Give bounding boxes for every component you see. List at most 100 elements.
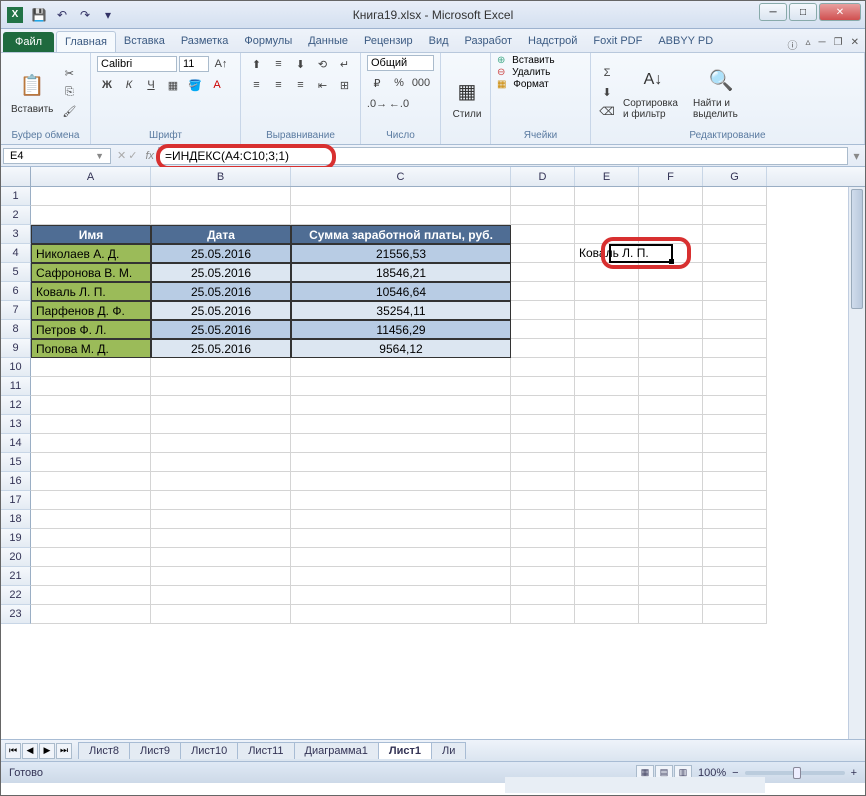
doc-close-icon[interactable]: ✕: [851, 37, 859, 52]
cell[interactable]: [575, 225, 639, 244]
row-header[interactable]: 4: [1, 244, 31, 263]
cell[interactable]: [511, 187, 575, 206]
cell[interactable]: [639, 358, 703, 377]
ribbon-tab-вид[interactable]: Вид: [421, 31, 457, 52]
cell[interactable]: [511, 529, 575, 548]
row-header[interactable]: 13: [1, 415, 31, 434]
cell[interactable]: [151, 491, 291, 510]
cell[interactable]: [703, 548, 767, 567]
formula-input[interactable]: =ИНДЕКС(A4:C10;3;1): [158, 147, 848, 165]
cell[interactable]: [703, 586, 767, 605]
vertical-scrollbar[interactable]: [848, 187, 865, 739]
cell[interactable]: [151, 586, 291, 605]
cell[interactable]: [703, 263, 767, 282]
align-center-button[interactable]: ≡: [269, 76, 289, 94]
cell[interactable]: [31, 377, 151, 396]
cell[interactable]: [703, 206, 767, 225]
insert-cells-button[interactable]: ⊕ Вставить: [497, 55, 584, 66]
increase-font-button[interactable]: A↑: [211, 55, 231, 73]
zoom-slider[interactable]: [745, 771, 845, 775]
spreadsheet-grid[interactable]: ABCDEFG 123ИмяДатаСумма заработной платы…: [1, 167, 865, 739]
row-header[interactable]: 14: [1, 434, 31, 453]
font-color-button[interactable]: A: [207, 76, 227, 94]
row-header[interactable]: 19: [1, 529, 31, 548]
cell[interactable]: [291, 548, 511, 567]
table-cell[interactable]: 25.05.2016: [151, 320, 291, 339]
bold-button[interactable]: Ж: [97, 76, 117, 94]
cell[interactable]: [291, 434, 511, 453]
column-header-G[interactable]: G: [703, 167, 767, 186]
cell[interactable]: [31, 187, 151, 206]
align-middle-button[interactable]: ≡: [269, 55, 289, 73]
cell[interactable]: [639, 320, 703, 339]
table-cell[interactable]: 21556,53: [291, 244, 511, 263]
cell[interactable]: [511, 548, 575, 567]
cell[interactable]: [639, 377, 703, 396]
row-header[interactable]: 23: [1, 605, 31, 624]
cut-button[interactable]: ✂: [59, 64, 79, 82]
last-sheet-button[interactable]: ⏭: [56, 743, 72, 759]
doc-minimize-icon[interactable]: ─: [819, 37, 826, 52]
cell[interactable]: [31, 206, 151, 225]
cell[interactable]: [31, 472, 151, 491]
cell[interactable]: [639, 263, 703, 282]
cell[interactable]: [703, 434, 767, 453]
cell[interactable]: [639, 491, 703, 510]
cell[interactable]: [639, 434, 703, 453]
row-header[interactable]: 20: [1, 548, 31, 567]
row-header[interactable]: 17: [1, 491, 31, 510]
cell[interactable]: [291, 529, 511, 548]
cell[interactable]: [291, 453, 511, 472]
cell[interactable]: [639, 586, 703, 605]
cell[interactable]: [703, 244, 767, 263]
cell[interactable]: [703, 415, 767, 434]
table-header[interactable]: Имя: [31, 225, 151, 244]
cell[interactable]: [511, 225, 575, 244]
cell[interactable]: [639, 453, 703, 472]
cell[interactable]: [511, 491, 575, 510]
ribbon-tab-данные[interactable]: Данные: [300, 31, 356, 52]
cell[interactable]: [703, 529, 767, 548]
cell[interactable]: [703, 282, 767, 301]
number-format-select[interactable]: Общий: [367, 55, 434, 71]
cancel-formula-icon[interactable]: ✕: [117, 149, 126, 162]
cell[interactable]: [151, 415, 291, 434]
cell[interactable]: [291, 358, 511, 377]
cell[interactable]: [291, 586, 511, 605]
cell[interactable]: [575, 415, 639, 434]
align-top-button[interactable]: ⬆: [247, 55, 267, 73]
align-right-button[interactable]: ≡: [291, 76, 311, 94]
cell[interactable]: [703, 567, 767, 586]
comma-button[interactable]: 000: [411, 74, 431, 92]
fx-icon[interactable]: fx: [145, 150, 154, 162]
increase-decimal-button[interactable]: .0→: [367, 95, 387, 113]
table-cell[interactable]: Николаев А. Д.: [31, 244, 151, 263]
cell[interactable]: [31, 358, 151, 377]
cell[interactable]: [291, 510, 511, 529]
select-all-corner[interactable]: [1, 167, 31, 186]
cell[interactable]: [703, 491, 767, 510]
cell[interactable]: [575, 567, 639, 586]
cell[interactable]: [639, 472, 703, 491]
cell[interactable]: [291, 605, 511, 624]
cell[interactable]: [575, 320, 639, 339]
table-cell[interactable]: 25.05.2016: [151, 282, 291, 301]
format-cells-button[interactable]: ▦ Формат: [497, 79, 584, 90]
row-header[interactable]: 12: [1, 396, 31, 415]
cell[interactable]: [151, 605, 291, 624]
row-header[interactable]: 5: [1, 263, 31, 282]
cell[interactable]: [151, 510, 291, 529]
sheet-tab[interactable]: Лист1: [378, 742, 432, 759]
cell[interactable]: [703, 396, 767, 415]
cell[interactable]: [703, 605, 767, 624]
cell[interactable]: [575, 339, 639, 358]
cell[interactable]: [291, 206, 511, 225]
cell[interactable]: [703, 453, 767, 472]
cell[interactable]: [575, 358, 639, 377]
sheet-tab[interactable]: Лист10: [180, 742, 238, 759]
row-header[interactable]: 8: [1, 320, 31, 339]
cell[interactable]: [703, 377, 767, 396]
column-header-F[interactable]: F: [639, 167, 703, 186]
column-header-A[interactable]: A: [31, 167, 151, 186]
row-header[interactable]: 6: [1, 282, 31, 301]
